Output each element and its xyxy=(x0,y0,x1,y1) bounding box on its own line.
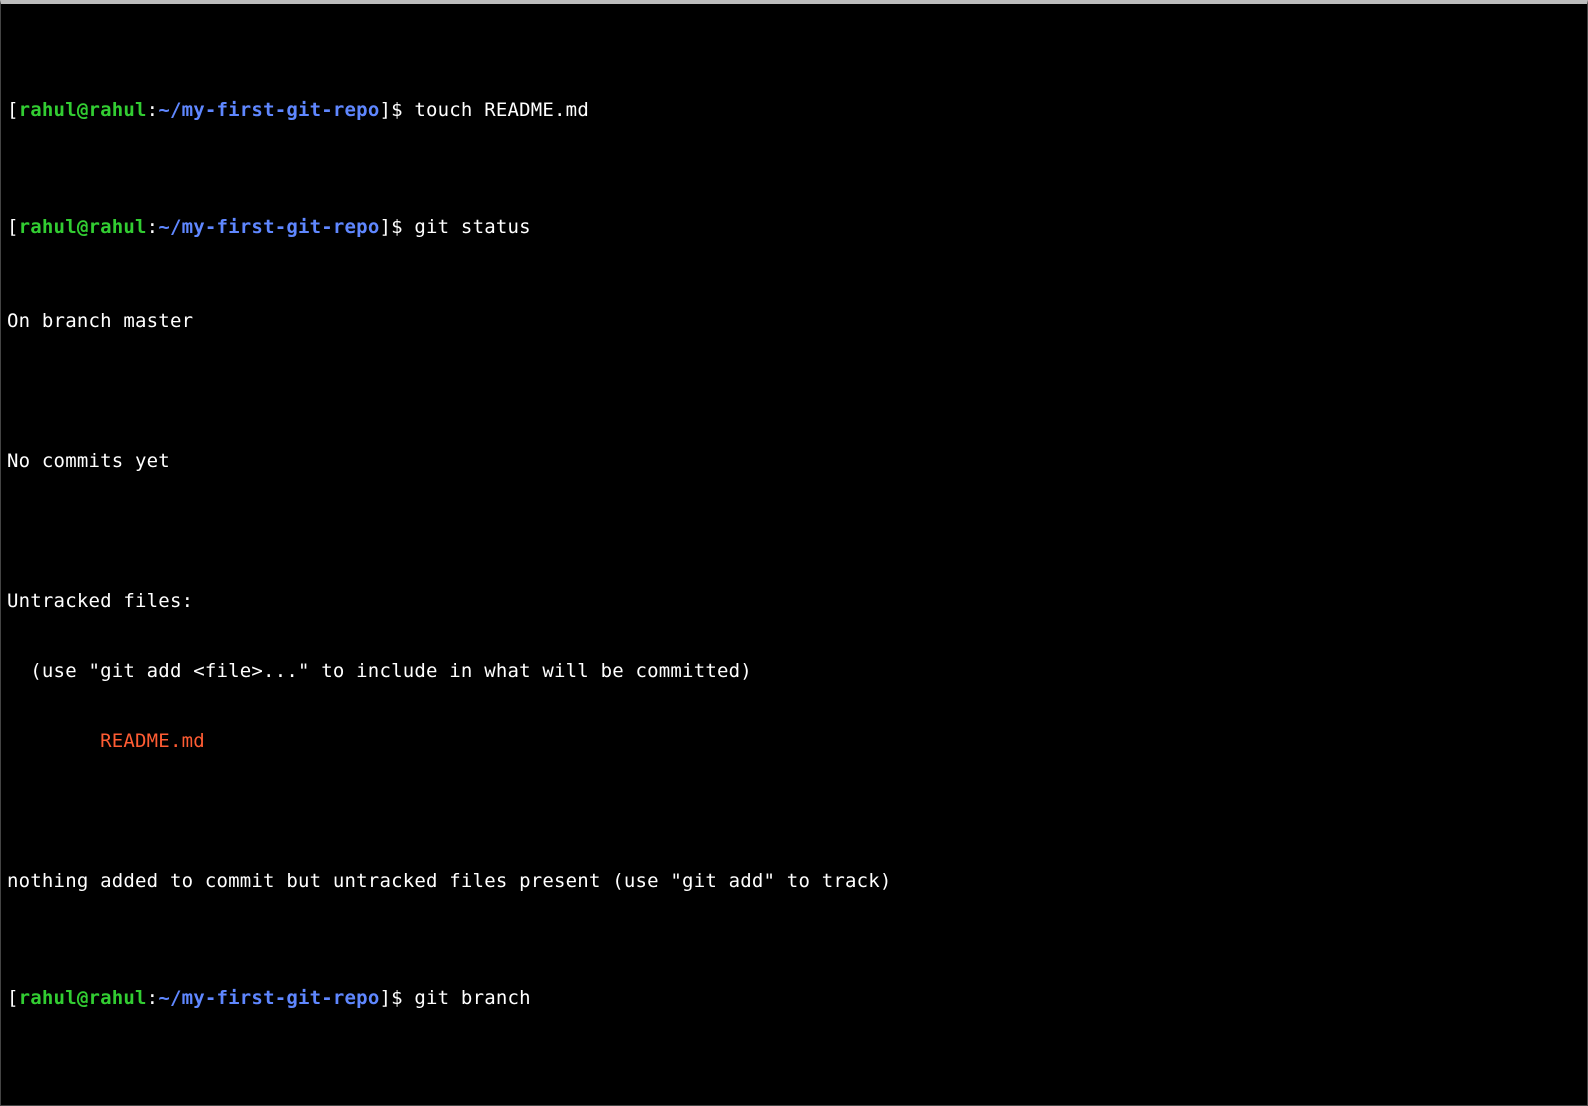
prompt-bracket-close: ] xyxy=(379,216,391,238)
output-untracked-header: Untracked files: xyxy=(7,590,1581,613)
output-nothing-added: nothing added to commit but untracked fi… xyxy=(7,870,1581,893)
prompt-user-host: rahul@rahul xyxy=(19,99,147,121)
prompt-bracket-open: [ xyxy=(7,99,19,121)
prompt-bracket-close: ] xyxy=(379,99,391,121)
prompt-path: ~/my-first-git-repo xyxy=(158,987,379,1009)
prompt-user-host: rahul@rahul xyxy=(19,216,147,238)
prompt-dollar: $ xyxy=(391,987,403,1009)
prompt-colon: : xyxy=(147,987,159,1009)
blank-line xyxy=(7,380,1581,403)
output-no-commits: No commits yet xyxy=(7,450,1581,473)
prompt-bracket-open: [ xyxy=(7,216,19,238)
prompt-dollar: $ xyxy=(391,216,403,238)
prompt-dollar: $ xyxy=(391,99,403,121)
prompt-colon: : xyxy=(147,99,159,121)
prompt-path: ~/my-first-git-repo xyxy=(158,216,379,238)
prompt-bracket-close: ] xyxy=(379,987,391,1009)
prompt-user-host: rahul@rahul xyxy=(19,987,147,1009)
blank-line xyxy=(7,800,1581,823)
command-text: touch README.md xyxy=(403,99,589,121)
prompt-line: [rahul@rahul:~/my-first-git-repo]$ git s… xyxy=(7,216,1581,239)
prompt-bracket-open: [ xyxy=(7,987,19,1009)
command-text: git status xyxy=(403,216,531,238)
output-on-branch: On branch master xyxy=(7,310,1581,333)
output-untracked-file: README.md xyxy=(7,730,1581,753)
prompt-colon: : xyxy=(147,216,159,238)
terminal-body[interactable]: [rahul@rahul:~/my-first-git-repo]$ touch… xyxy=(1,4,1587,1106)
prompt-line: [rahul@rahul:~/my-first-git-repo]$ touch… xyxy=(7,99,1581,122)
prompt-path: ~/my-first-git-repo xyxy=(158,99,379,121)
terminal-window: [rahul@rahul:~/my-first-git-repo]$ touch… xyxy=(0,0,1588,1106)
prompt-line: [rahul@rahul:~/my-first-git-repo]$ git b… xyxy=(7,987,1581,1010)
command-text: git branch xyxy=(403,987,531,1009)
output-untracked-hint: (use "git add <file>..." to include in w… xyxy=(7,660,1581,683)
blank-line xyxy=(7,520,1581,543)
